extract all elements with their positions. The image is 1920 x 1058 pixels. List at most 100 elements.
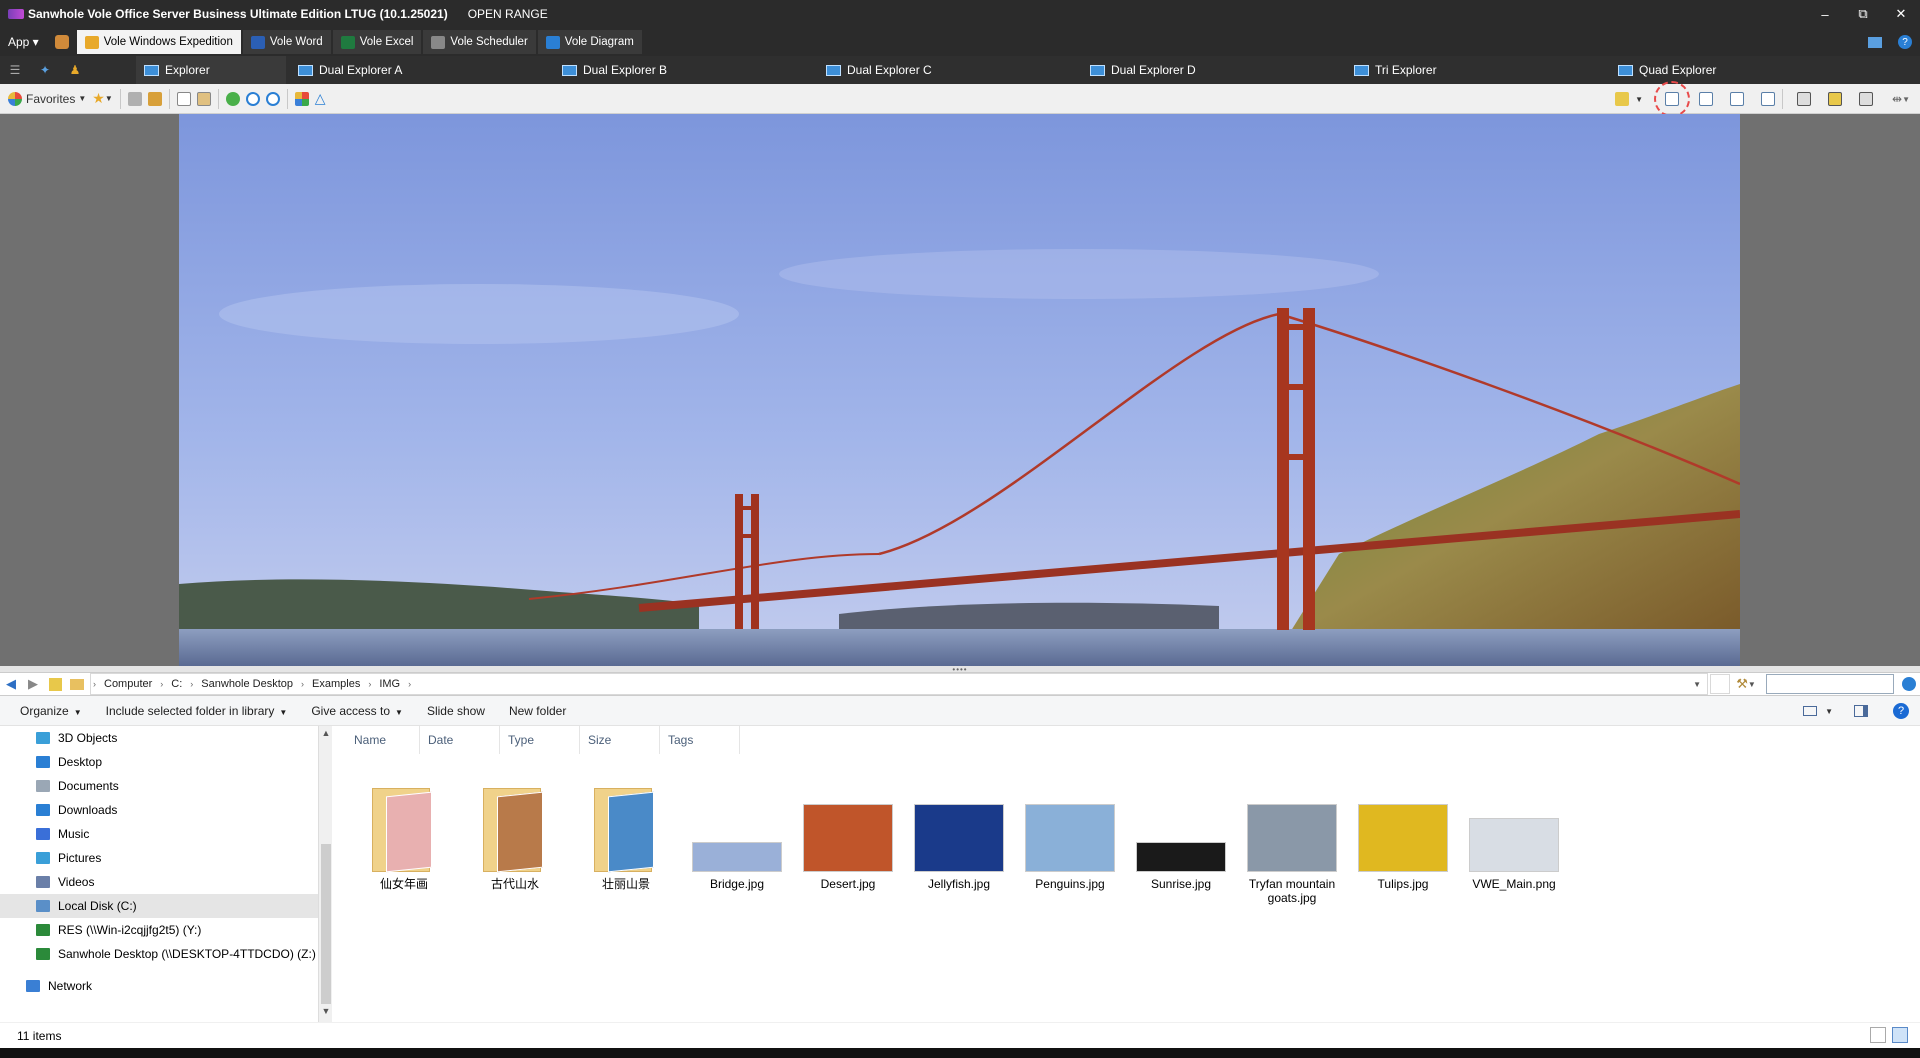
preview-left-icon[interactable] [1730, 88, 1745, 110]
crumb-examples[interactable]: Examples [306, 678, 366, 690]
export-icon[interactable]: ▼ [1615, 88, 1643, 110]
column-tags[interactable]: Tags [660, 726, 740, 754]
file-item[interactable]: VWE_Main.png [1464, 766, 1564, 891]
tab-label: Dual Explorer A [319, 63, 403, 77]
new-folder-button[interactable]: New folder [497, 704, 578, 718]
crumb-computer[interactable]: Computer [98, 678, 158, 690]
crumb-c-drive[interactable]: C: [165, 678, 188, 690]
preview-top-icon[interactable] [1654, 81, 1691, 117]
copy-icon[interactable] [176, 88, 191, 110]
tree-item[interactable]: 3D Objects [0, 726, 318, 750]
column-name[interactable]: Name [352, 726, 420, 754]
layout-options-icon[interactable]: ⇹ ▼ [1892, 88, 1910, 110]
share-button[interactable]: Give access to ▼ [299, 704, 415, 718]
app-tab-windows-expedition[interactable]: Vole Windows Expedition [76, 30, 241, 54]
file-item[interactable]: Bridge.jpg [687, 766, 787, 891]
fit-image-icon[interactable] [1797, 88, 1812, 110]
preview-bottom-icon[interactable] [1699, 88, 1714, 110]
crumb-sanwhole-desktop[interactable]: Sanwhole Desktop [195, 678, 299, 690]
tab-pin-icon[interactable]: ✦ [30, 56, 60, 84]
large-icons-view-icon[interactable] [1892, 1027, 1908, 1043]
file-item[interactable]: Tulips.jpg [1353, 766, 1453, 891]
details-view-icon[interactable] [1870, 1027, 1886, 1043]
tab-label: Dual Explorer C [847, 63, 932, 77]
tab-menu-icon[interactable]: ☰ [0, 56, 30, 84]
app-tab-scheduler[interactable]: Vole Scheduler [423, 30, 536, 54]
tab-dual-explorer-b[interactable]: Dual Explorer B [562, 56, 667, 84]
display-icon[interactable] [1864, 32, 1886, 52]
search-input[interactable] [1766, 674, 1894, 694]
search-options-icon[interactable]: ⚒ ▼ [1732, 675, 1760, 693]
zoom-image-icon[interactable] [1828, 88, 1843, 110]
scroll-up-icon[interactable]: ▲ [319, 728, 333, 738]
close-button[interactable]: ✕ [1882, 0, 1920, 28]
tree-item[interactable]: Documents [0, 774, 318, 798]
tab-dual-explorer-d[interactable]: Dual Explorer D [1090, 56, 1196, 84]
tree-item[interactable]: Network [0, 974, 318, 998]
scroll-thumb[interactable] [321, 844, 331, 1004]
file-item[interactable]: Desert.jpg [798, 766, 898, 891]
star-icon[interactable]: ★ ▼ [92, 88, 112, 110]
help-icon[interactable]: ? [1894, 32, 1916, 52]
tab-dual-explorer-a[interactable]: Dual Explorer A [298, 56, 402, 84]
slideshow-button[interactable]: Slide show [415, 704, 497, 718]
file-item[interactable]: 仙女年画 [354, 766, 454, 891]
explorer-tab-bar: ☰ ✦ ♟ Explorer Dual Explorer A Dual Expl… [0, 56, 1920, 84]
view-options-icon[interactable]: ▼ [1803, 700, 1833, 722]
tree-item[interactable]: Desktop [0, 750, 318, 774]
triangle-icon[interactable]: △ [315, 88, 326, 110]
address-dropdown-icon[interactable]: ▼ [1687, 680, 1707, 689]
file-item[interactable]: 古代山水 [465, 766, 565, 891]
tab-users-icon[interactable]: ♟ [60, 56, 90, 84]
tree-item[interactable]: Music [0, 822, 318, 846]
preview-right-icon[interactable] [1761, 88, 1776, 110]
favorites-button[interactable]: Favorites ▼ [8, 88, 86, 110]
broom-icon[interactable] [147, 88, 162, 110]
file-item[interactable]: Sunrise.jpg [1131, 766, 1231, 891]
new-folder-icon[interactable] [46, 675, 64, 693]
tab-dual-explorer-c[interactable]: Dual Explorer C [826, 56, 932, 84]
forward-arrow-icon[interactable]: ▶ [24, 675, 42, 693]
include-library-button[interactable]: Include selected folder in library ▼ [94, 704, 300, 718]
sync-icon[interactable] [265, 88, 280, 110]
help-button-icon[interactable]: ? [1893, 700, 1909, 722]
file-item[interactable]: 壮丽山景 [576, 766, 676, 891]
tab-explorer[interactable]: Explorer [136, 56, 286, 84]
play-icon[interactable] [245, 88, 260, 110]
actual-size-icon[interactable] [1859, 88, 1874, 110]
scroll-down-icon[interactable]: ▼ [319, 1006, 333, 1016]
column-type[interactable]: Type [500, 726, 580, 754]
app-tab-label: Vole Scheduler [450, 36, 528, 48]
column-date[interactable]: Date [420, 726, 500, 754]
search-icon[interactable] [1900, 675, 1918, 693]
paste-icon[interactable] [196, 88, 211, 110]
lock-icon[interactable] [127, 88, 142, 110]
tree-item[interactable]: Videos [0, 870, 318, 894]
file-item[interactable]: Jellyfish.jpg [909, 766, 1009, 891]
back-arrow-icon[interactable]: ◀ [2, 675, 20, 693]
tree-item[interactable]: Downloads [0, 798, 318, 822]
file-item[interactable]: Penguins.jpg [1020, 766, 1120, 891]
breadcrumb[interactable]: › Computer › C: › Sanwhole Desktop › Exampl… [90, 673, 1708, 695]
file-item[interactable]: Tryfan mountain goats.jpg [1242, 766, 1342, 905]
tree-item[interactable]: Pictures [0, 846, 318, 870]
minimize-button[interactable]: – [1806, 0, 1844, 28]
tree-item[interactable]: RES (\\Win-i2cqjjfg2t5) (Y:) [0, 918, 318, 942]
restore-button[interactable]: ⧉ [1844, 0, 1882, 28]
color-grid-icon[interactable] [294, 88, 309, 110]
tree-item[interactable]: Sanwhole Desktop (\\DESKTOP-4TTDCDO) (Z:… [0, 942, 318, 966]
tab-tri-explorer[interactable]: Tri Explorer [1354, 56, 1437, 84]
tab-quad-explorer[interactable]: Quad Explorer [1618, 56, 1716, 84]
crumb-img[interactable]: IMG [373, 678, 406, 690]
tree-scrollbar[interactable]: ▲ ▼ [318, 726, 332, 1022]
app-tab-diagram[interactable]: Vole Diagram [537, 30, 642, 54]
column-size[interactable]: Size [580, 726, 660, 754]
app-menu[interactable]: App ▾ [0, 35, 47, 49]
app-tab-word[interactable]: Vole Word [242, 30, 331, 54]
quick-access-icon[interactable] [54, 35, 69, 49]
tree-item[interactable]: Local Disk (C:) [0, 894, 318, 918]
refresh-icon[interactable] [225, 88, 240, 110]
organize-button[interactable]: Organize ▼ [8, 704, 94, 718]
preview-pane-icon[interactable] [1854, 700, 1868, 722]
app-tab-excel[interactable]: Vole Excel [332, 30, 422, 54]
